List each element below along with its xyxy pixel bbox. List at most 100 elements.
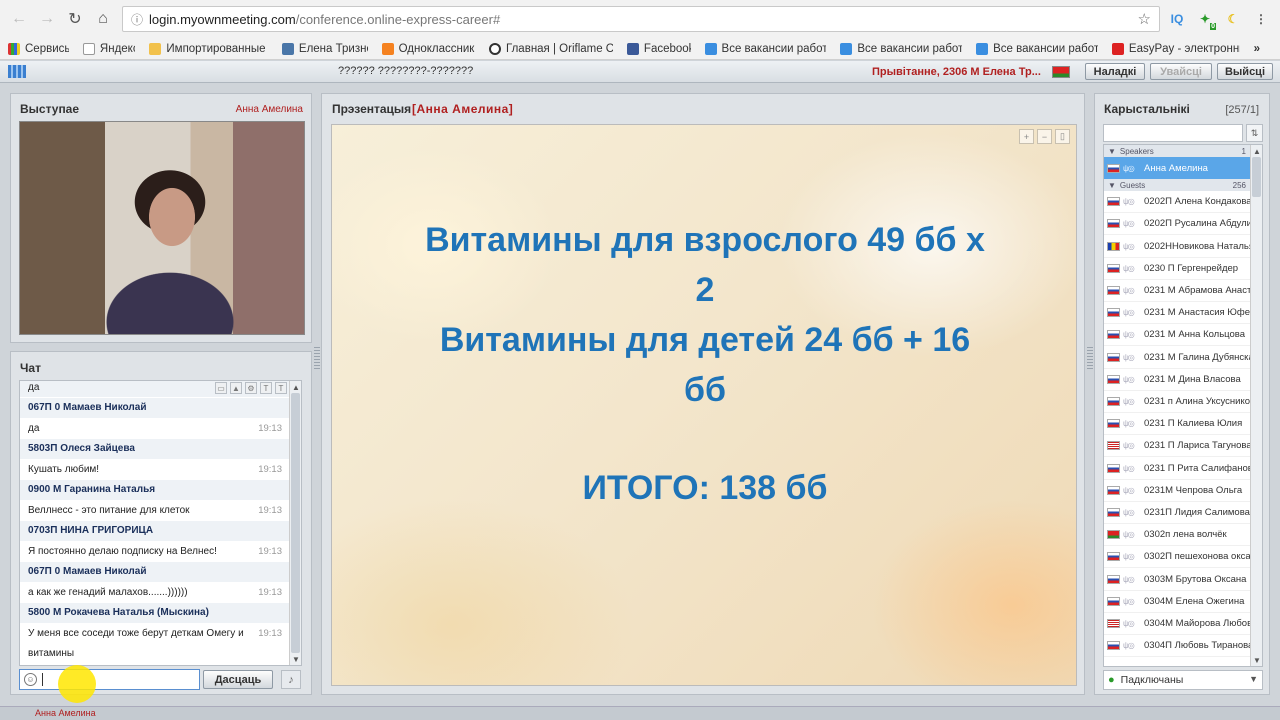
user-group-header[interactable]: ▼ Speakers 1	[1104, 145, 1250, 157]
user-row[interactable]: ψ◎ 0202П Русалина Абдулина	[1104, 213, 1250, 236]
scroll-up-icon[interactable]: ▲	[290, 381, 301, 393]
more-bookmarks-icon[interactable]: »	[1254, 43, 1260, 55]
chat-scrollbar[interactable]: ▲ ▼	[289, 381, 301, 665]
media-status-icon: ψ◎	[1123, 485, 1135, 495]
font-larger-icon[interactable]: T	[275, 382, 287, 394]
chat-save-icon[interactable]: ▭	[215, 382, 227, 394]
chat-scroll-thumb[interactable]	[291, 393, 300, 653]
chat-author: 067П 0 Мамаев Николай	[20, 561, 290, 582]
chat-text: да	[28, 381, 40, 393]
exit-button[interactable]: Выйсці	[1217, 63, 1273, 80]
user-row[interactable]: ψ◎ 0231 П Калиева Юлия	[1104, 413, 1250, 436]
address-bar[interactable]: ⓘ login.myownmeeting.com/conference.onli…	[122, 6, 1160, 32]
reload-icon[interactable]: ↻	[64, 8, 86, 30]
flag-icon	[1107, 330, 1120, 340]
user-row[interactable]: ψ◎ 0304М Елена Ожегина	[1104, 591, 1250, 613]
home-icon[interactable]: ⌂	[92, 8, 114, 30]
user-row[interactable]: ψ◎ 0231 М Анна Кольцова	[1104, 324, 1250, 347]
user-row[interactable]: ψ◎ 0202П Алена Кондакова	[1104, 191, 1250, 214]
users-scroll-thumb[interactable]	[1252, 157, 1261, 197]
right-splitter-handle[interactable]	[1087, 347, 1093, 369]
zoom-out-icon[interactable]: −	[1037, 129, 1052, 144]
user-row[interactable]: ψ◎ 0231 П Лариса Тагунова	[1104, 435, 1250, 458]
bookmark-star-icon[interactable]: ☆	[1138, 10, 1151, 28]
users-scrollbar[interactable]: ▲ ▼	[1250, 145, 1262, 666]
user-row[interactable]: ψ◎ 0231 М Анастасия Юферова	[1104, 302, 1250, 325]
user-row[interactable]: ψ◎ 0231 П Рита Салифанова	[1104, 458, 1250, 480]
bookmark-label: Импортированные и	[166, 42, 268, 55]
chat-text: Веллнесс - это питание для клеток	[28, 504, 190, 516]
user-row[interactable]: ψ◎ 0231 М Дина Власова	[1104, 369, 1250, 391]
left-splitter-handle[interactable]	[314, 347, 320, 369]
language-flag-icon[interactable]	[1052, 66, 1070, 78]
bookmark-label: Яндекс	[99, 42, 136, 55]
flag-icon	[1107, 485, 1120, 495]
user-row[interactable]: ψ◎ 0302п лена волчёк	[1104, 524, 1250, 547]
bookmark-jobs-1[interactable]: Все вакансии работо	[704, 42, 826, 55]
user-row[interactable]: ψ◎ 0231М Чепрова Ольга	[1104, 480, 1250, 502]
send-button[interactable]: Дасцаць	[203, 670, 273, 689]
folder-icon	[149, 42, 162, 55]
user-name: 0231 М Дина Власова	[1144, 373, 1241, 385]
user-row[interactable]: ψ◎ 0304П Любовь Тиранова	[1104, 635, 1250, 658]
bookmark-easypay[interactable]: EasyPay - электронны	[1111, 42, 1240, 55]
chat-timestamp: 19:13	[258, 463, 282, 475]
bookmark-oriflame[interactable]: Главная | Oriflame Co	[489, 42, 613, 55]
user-row[interactable]: ψ◎ 0304М Майорова Любовь	[1104, 613, 1250, 635]
flag-icon	[1107, 397, 1120, 406]
bell-icon[interactable]: ♪	[281, 670, 301, 689]
smiley-icon[interactable]: ☺	[24, 673, 37, 686]
fit-icon[interactable]: ▯	[1055, 129, 1070, 144]
chat-settings-icon[interactable]: ⚙	[245, 382, 257, 394]
media-status-icon: ψ◎	[1123, 374, 1135, 384]
chat-timestamp: 19:13	[258, 586, 282, 598]
slide-line: Витамины для взрослого 49 бб х	[425, 221, 985, 259]
iq-extension-icon[interactable]: IQ	[1166, 8, 1188, 30]
scroll-down-icon[interactable]: ▼	[1251, 654, 1262, 666]
chat-lock-icon[interactable]: ▲	[230, 382, 242, 394]
user-row[interactable]: ψ◎ 0231 М Абрамова Анастасия	[1104, 280, 1250, 302]
user-row[interactable]: ψ◎ 0303М Брутова Оксана	[1104, 569, 1250, 591]
forward-icon[interactable]: →	[36, 8, 58, 30]
sort-icon[interactable]: ⇅	[1246, 124, 1263, 142]
user-row[interactable]: ψ◎ Анна Амелина	[1104, 157, 1250, 179]
chat-author: 0703П НИНА ГРИГОРИЦА	[20, 520, 290, 541]
scroll-down-icon[interactable]: ▼	[290, 653, 301, 665]
bookmark-jobs-2[interactable]: Все вакансии работо	[840, 42, 962, 55]
media-status-icon: ψ◎	[1123, 352, 1135, 362]
media-status-icon: ψ◎	[1123, 596, 1135, 606]
scroll-up-icon[interactable]: ▲	[1251, 145, 1262, 157]
bookmark-jobs-3[interactable]: Все вакансии работо	[976, 42, 1098, 55]
user-name: 0231 М Абрамова Анастасия	[1144, 285, 1250, 296]
user-row[interactable]: ψ◎ 0231 М Галина Дубянская	[1104, 347, 1250, 369]
user-group-header[interactable]: ▼ Guests 256	[1104, 179, 1250, 192]
bookmark-yandex[interactable]: Яндекс	[82, 42, 136, 55]
status-select[interactable]: ● Падключаны ▼	[1103, 670, 1263, 690]
text-caret	[42, 673, 43, 686]
chat-message-input[interactable]: ☺	[19, 665, 200, 703]
easypay-icon	[1111, 42, 1124, 55]
bookmark-vk[interactable]: Елена Тризно	[281, 42, 368, 55]
group-count: 1	[1241, 146, 1246, 156]
bookmark-imported[interactable]: Импортированные и	[149, 42, 268, 55]
user-row[interactable]: ψ◎ 0302П пешехонова оксана	[1104, 546, 1250, 569]
bookmark-apps[interactable]: Сервисы	[8, 42, 69, 55]
user-row[interactable]: ψ◎ 0231П Лидия Салимова	[1104, 502, 1250, 524]
bottom-speaker-name: Анна Амелина	[35, 708, 96, 718]
font-smaller-icon[interactable]: T	[260, 382, 272, 394]
login-button[interactable]: Увайсці	[1150, 63, 1212, 80]
zoom-in-icon[interactable]: +	[1019, 129, 1034, 144]
back-icon[interactable]: ←	[8, 8, 30, 30]
user-row[interactable]: ψ◎ 0231 п Алина Уксусникова	[1104, 391, 1250, 413]
user-row[interactable]: ψ◎ 0230 П Гергенрейдер	[1104, 258, 1250, 280]
user-search-input[interactable]	[1103, 124, 1243, 142]
settings-button[interactable]: Наладкі	[1085, 63, 1145, 80]
bookmark-facebook[interactable]: Facebook	[626, 42, 691, 55]
bookmark-ok[interactable]: Одноклассники	[381, 42, 475, 55]
media-status-icon: ψ◎	[1123, 219, 1135, 229]
extension-icon[interactable]: ✦ 0	[1194, 8, 1216, 30]
menu-icon[interactable]: ⋮	[1250, 8, 1272, 30]
info-icon[interactable]: ⓘ	[131, 11, 143, 28]
moon-icon[interactable]: ☾	[1222, 8, 1244, 30]
user-row[interactable]: ψ◎ 0202ННовикова Наталья	[1104, 236, 1250, 258]
